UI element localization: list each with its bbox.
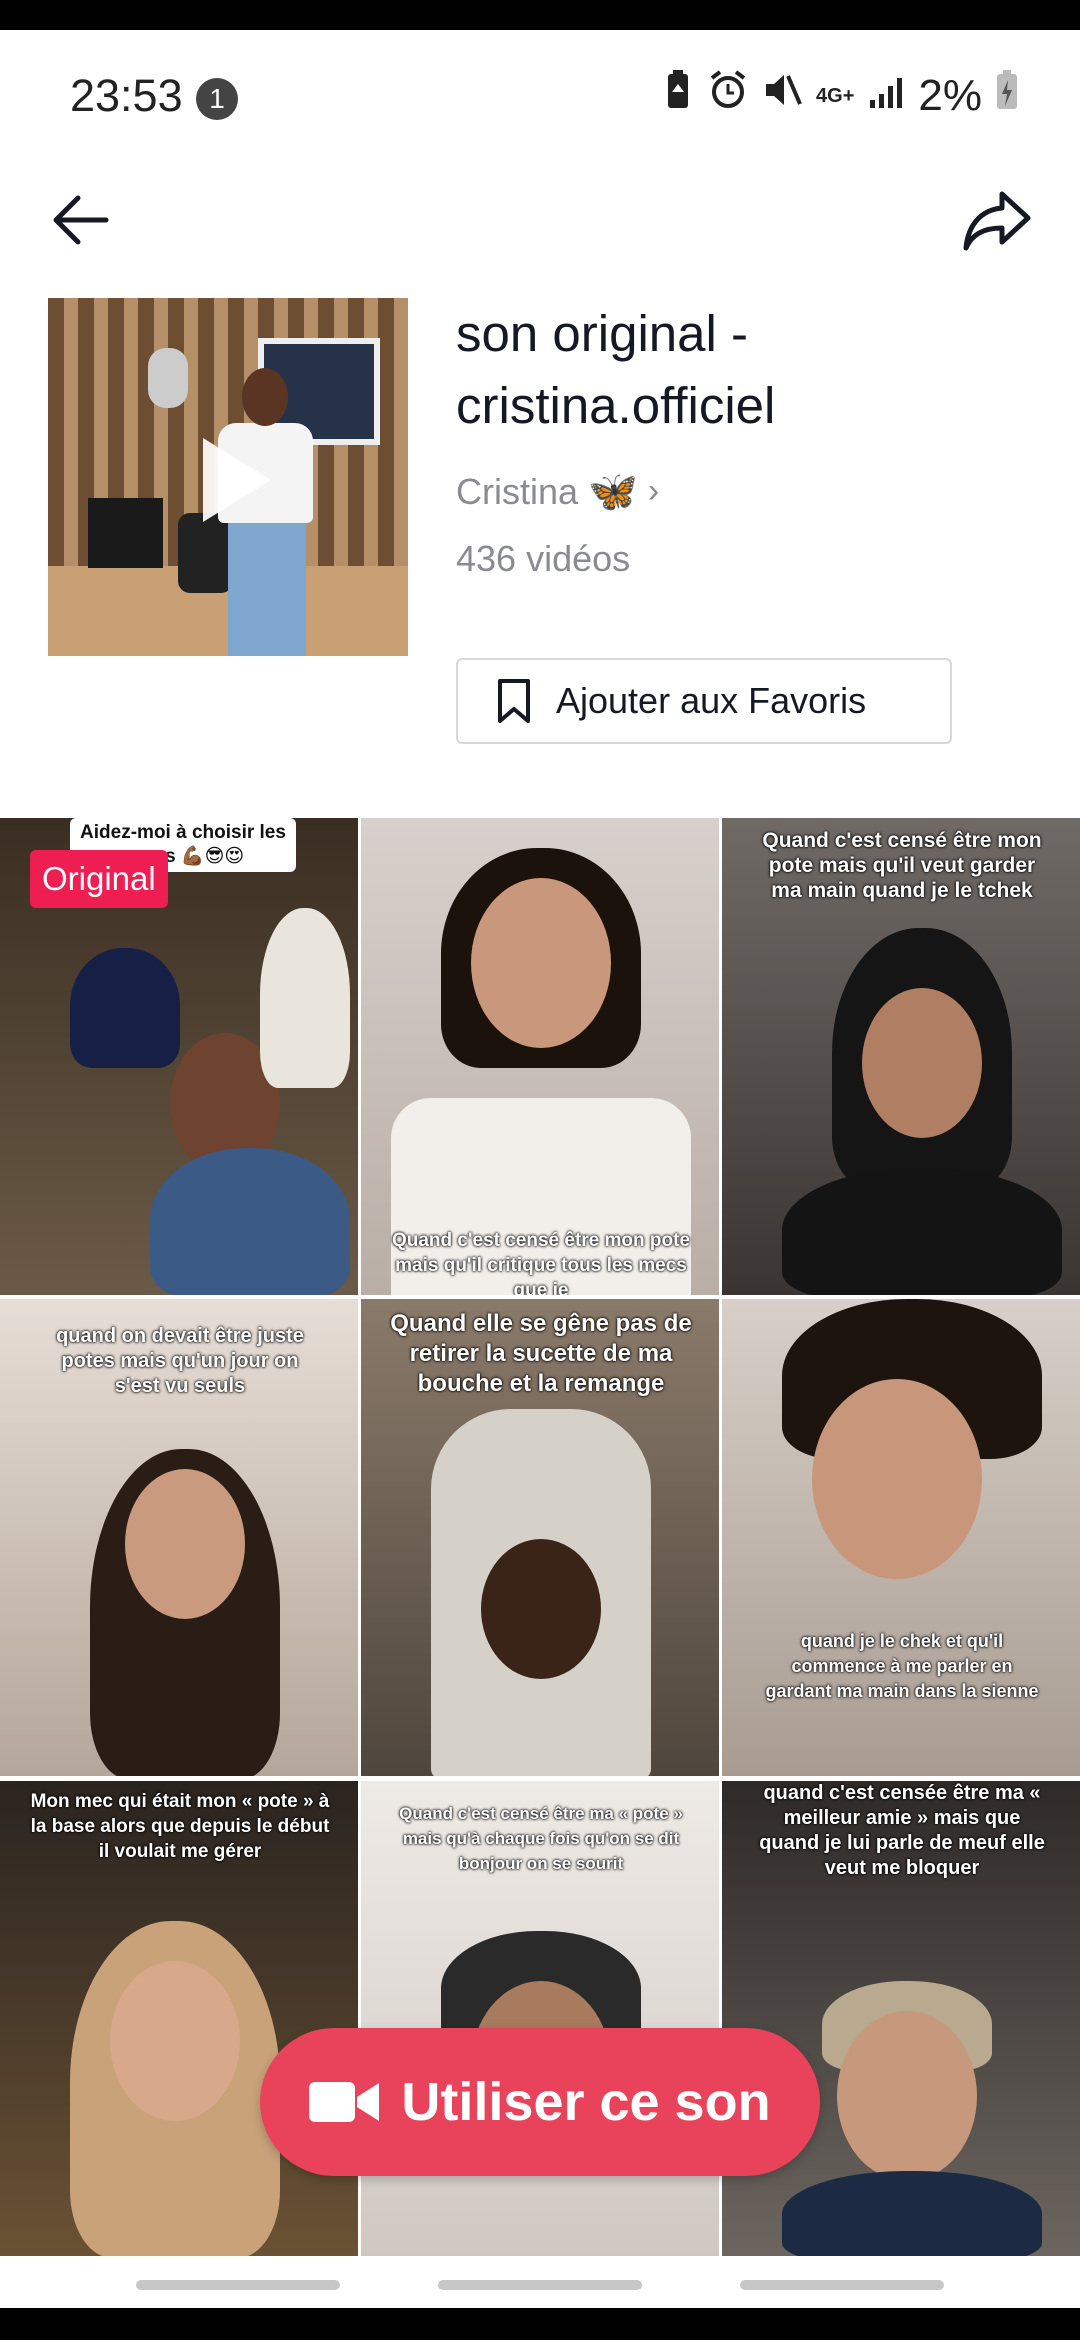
navigation-bar <box>0 2308 1080 2340</box>
sound-title: son original - cristina.officiel <box>456 305 776 434</box>
scroll-indicator <box>740 2280 944 2290</box>
scroll-indicator <box>438 2280 642 2290</box>
battery-icon <box>996 70 1018 121</box>
use-this-sound-label: Utiliser ce son <box>401 2072 771 2132</box>
video-camera-icon <box>309 2082 380 2122</box>
chevron-right-icon: › <box>647 472 660 510</box>
video-caption: Mon mec qui était mon « pote » à la base… <box>30 1791 330 1862</box>
play-icon[interactable] <box>203 438 271 522</box>
system-icons: 4G+ 2% <box>662 70 1018 121</box>
video-caption: Quand c'est censé être mon pote mais qu'… <box>391 1230 691 1295</box>
use-this-sound-button[interactable]: Utiliser ce son <box>260 2028 820 2176</box>
add-to-favorites-button[interactable]: Ajouter aux Favoris <box>456 658 952 744</box>
original-badge: Original <box>30 850 168 908</box>
back-arrow-icon <box>53 195 109 245</box>
video-tile[interactable]: Quand elle se gêne pas de retirer la suc… <box>361 1299 719 1776</box>
top-black-strip <box>0 0 1080 30</box>
video-tile[interactable]: quand on devait être juste potes mais qu… <box>0 1299 358 1776</box>
video-tile[interactable]: quand c'est censée être ma « meilleur am… <box>722 1781 1080 2258</box>
video-caption: Quand elle se gêne pas de retirer la suc… <box>390 1310 692 1397</box>
share-button[interactable] <box>962 188 1032 254</box>
back-button[interactable] <box>50 190 110 250</box>
video-caption: Quand c'est censé être ma « pote » mais … <box>399 1804 683 1873</box>
signal-icon <box>868 71 904 121</box>
status-bar: 23:53 1 4G+ 2% <box>0 30 1080 170</box>
video-count: 436 vidéos <box>456 538 631 579</box>
video-tile[interactable]: Quand c'est censé être ma « pote » mais … <box>361 1781 719 2258</box>
bookmark-icon <box>498 679 530 723</box>
alarm-icon <box>708 70 748 121</box>
video-tile[interactable]: Mon mec qui était mon « pote » à la base… <box>0 1781 358 2258</box>
scroll-indicator <box>136 2280 340 2290</box>
share-arrow-icon <box>963 191 1031 251</box>
sound-cover-image[interactable] <box>48 298 408 656</box>
video-tile[interactable]: Quand c'est censé être mon pote mais qu'… <box>361 818 719 1295</box>
video-tile[interactable]: quand je le chek et qu'il commence à me … <box>722 1299 1080 1776</box>
video-caption: quand c'est censée être ma « meilleur am… <box>759 1782 1045 1879</box>
butterfly-emoji: 🦋 <box>588 470 638 514</box>
notification-count-badge: 1 <box>196 78 238 120</box>
video-tile[interactable]: Aidez-moi à choisir les ... sus 💪🏾😎😍 Ori… <box>0 818 358 1295</box>
mute-icon <box>762 70 802 121</box>
video-caption: quand on devait être juste potes mais qu… <box>56 1325 304 1397</box>
battery-saver-icon <box>662 70 694 121</box>
video-caption: Quand c'est censé être mon pote mais qu'… <box>762 829 1042 902</box>
favorites-label: Ajouter aux Favoris <box>556 680 867 721</box>
network-type: 4G+ <box>816 84 855 107</box>
author-link[interactable]: Cristina 🦋 › <box>456 468 659 515</box>
battery-percentage: 2% <box>918 70 982 120</box>
video-tile[interactable]: Quand c'est censé être mon pote mais qu'… <box>722 818 1080 1295</box>
author-name: Cristina <box>456 470 579 512</box>
video-caption: quand je le chek et qu'il commence à me … <box>765 1631 1039 1701</box>
status-time: 23:53 <box>70 70 183 121</box>
